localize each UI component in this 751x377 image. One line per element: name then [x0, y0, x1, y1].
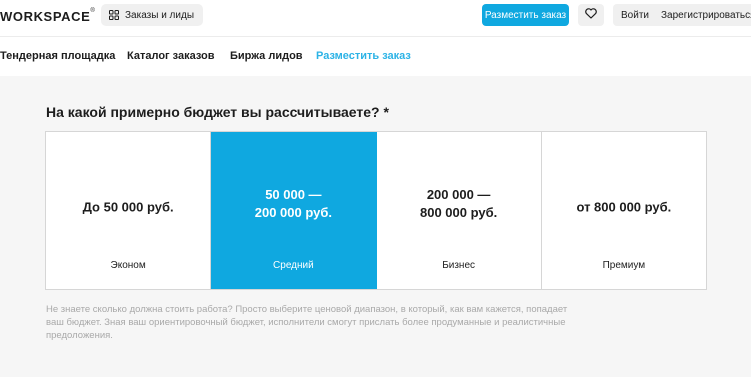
option-price-line2: 800 000 руб.	[420, 204, 498, 220]
nav-item-tender-platform[interactable]: Тендерная площадка	[0, 50, 115, 62]
budget-option-business[interactable]: 200 000 — 800 000 руб. Бизнес	[376, 132, 542, 289]
logo-registered-mark: ®	[90, 8, 96, 14]
grid-icon	[109, 10, 119, 20]
option-price-line1: 200 000 —	[426, 186, 491, 202]
nav-item-post-order[interactable]: Разместить заказ	[316, 50, 411, 62]
option-label: Бизнес	[442, 260, 476, 271]
budget-options: До 50 000 руб. Эконом 50 000 — 200 000 р…	[45, 131, 707, 290]
budget-option-medium[interactable]: 50 000 — 200 000 руб. Средний	[211, 132, 377, 289]
post-order-button[interactable]: Разместить заказ	[482, 4, 569, 26]
budget-hint: Не знаете сколько должна стоить работа? …	[46, 304, 568, 341]
option-price-line2: 200 000 руб.	[254, 204, 332, 220]
heart-icon	[585, 6, 597, 24]
option-price: 200 000 — 800 000 руб.	[377, 185, 541, 221]
budget-option-economy[interactable]: До 50 000 руб. Эконом	[46, 132, 212, 289]
budget-question: На какой примерно бюджет вы рассчитывает…	[46, 104, 389, 120]
auth-group: Войти Зарегистрироваться	[613, 4, 751, 26]
orders-and-leads-label: Заказы и лиды	[125, 9, 195, 21]
nav-item-lead-exchange[interactable]: Биржа лидов	[230, 50, 303, 62]
logo[interactable]: WORKSPACE®	[0, 8, 96, 24]
option-price-line1: 50 000 —	[265, 186, 322, 202]
option-price-line1: от 800 000 руб.	[576, 198, 672, 214]
logo-text: WORKSPACE	[0, 9, 91, 24]
option-price: 50 000 — 200 000 руб.	[211, 185, 375, 221]
favorites-button[interactable]	[578, 4, 604, 26]
orders-and-leads-button[interactable]: Заказы и лиды	[101, 4, 204, 26]
main-nav: Тендерная площадка Каталог заказов Биржа…	[0, 36, 751, 76]
option-price-line1: До 50 000 руб.	[82, 198, 174, 214]
register-link[interactable]: Зарегистрироваться	[657, 10, 751, 21]
option-price: До 50 000 руб.	[46, 198, 210, 216]
option-label: Премиум	[602, 260, 646, 271]
login-link[interactable]: Войти	[613, 10, 657, 21]
option-label: Эконом	[110, 260, 146, 271]
budget-option-premium[interactable]: от 800 000 руб. Премиум	[541, 132, 706, 289]
option-label: Средний	[273, 260, 314, 271]
header: WORKSPACE® Заказы и лиды Разместить зака…	[0, 0, 751, 36]
option-price: от 800 000 руб.	[542, 198, 706, 216]
nav-item-order-catalog[interactable]: Каталог заказов	[127, 50, 215, 62]
